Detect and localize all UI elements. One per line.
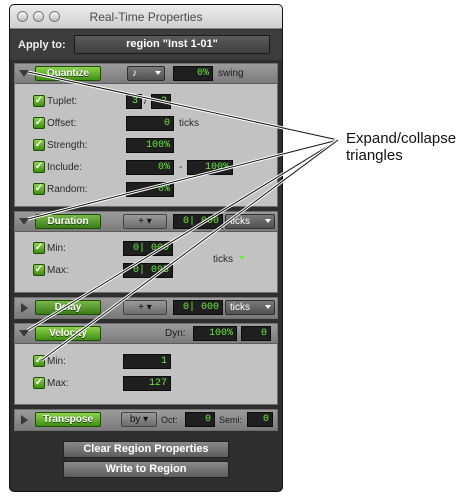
callout-lines — [27, 70, 339, 362]
callout-line-2: triangles — [346, 147, 403, 164]
callout-text: Expand/collapse triangles — [346, 130, 456, 164]
callout-line-1: Expand/collapse — [346, 130, 457, 147]
